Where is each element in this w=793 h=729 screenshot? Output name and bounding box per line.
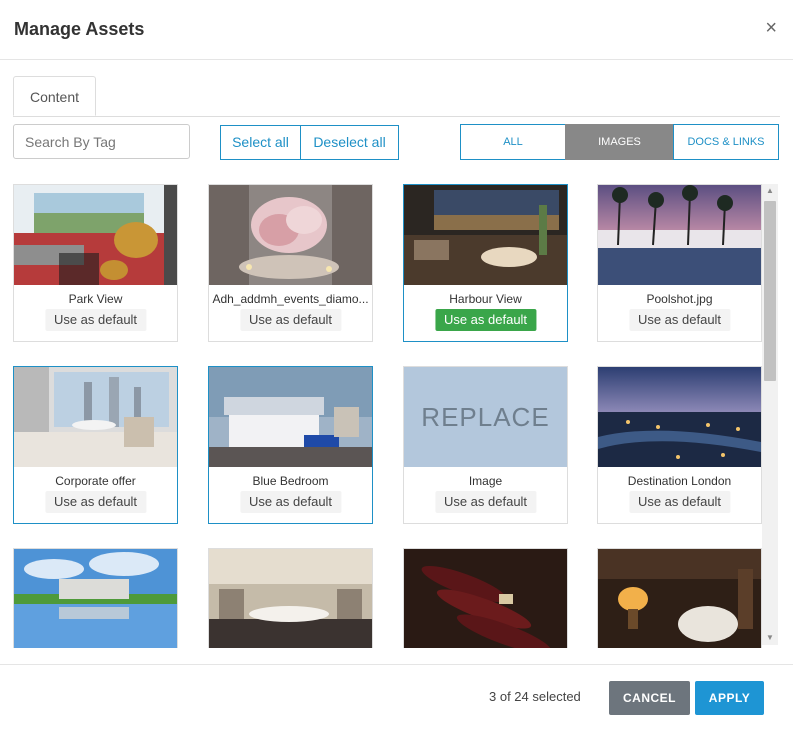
asset-caption: Harbour View [449, 292, 522, 306]
asset-grid: Park View Use as default Adh_addmh_event… [0, 176, 762, 648]
dialog-footer: 3 of 24 selected CANCEL APPLY [0, 664, 793, 729]
asset-card[interactable]: Poolshot.jpg Use as default [597, 184, 762, 342]
asset-caption: Adh_addmh_events_diamo... [212, 292, 369, 306]
search-input[interactable] [13, 124, 190, 159]
asset-thumbnail [598, 549, 761, 648]
apply-button[interactable]: APPLY [695, 681, 764, 715]
asset-caption: Destination London [627, 474, 732, 488]
asset-caption: Corporate offer [55, 474, 136, 488]
asset-card[interactable] [13, 548, 178, 648]
asset-card[interactable]: REPLACE Image Use as default [403, 366, 568, 524]
scroll-down-arrow-icon[interactable]: ▼ [762, 631, 778, 645]
use-as-default-button[interactable]: Use as default [434, 309, 537, 331]
asset-thumbnail [598, 367, 761, 467]
close-icon[interactable]: × [765, 16, 777, 40]
select-all-button[interactable]: Select all [220, 125, 301, 160]
dialog-title: Manage Assets [14, 19, 145, 39]
asset-thumbnail [14, 185, 177, 285]
asset-thumbnail [14, 367, 177, 467]
tab-bar: Content [13, 76, 780, 117]
asset-caption: Poolshot.jpg [646, 292, 713, 306]
asset-caption: Blue Bedroom [252, 474, 329, 488]
asset-thumbnail: REPLACE [404, 367, 567, 467]
asset-card[interactable]: Corporate offer Use as default [13, 366, 178, 524]
use-as-default-button[interactable]: Use as default [44, 491, 147, 513]
asset-card[interactable]: Adh_addmh_events_diamo... Use as default [208, 184, 373, 342]
asset-thumbnail [14, 549, 177, 648]
filter-images-button[interactable]: IMAGES [565, 124, 674, 160]
asset-thumbnail [209, 185, 372, 285]
asset-card[interactable] [597, 548, 762, 648]
use-as-default-button[interactable]: Use as default [628, 309, 731, 331]
tab-content[interactable]: Content [13, 76, 96, 116]
asset-thumbnail [404, 549, 567, 648]
asset-caption: Park View [68, 292, 123, 306]
use-as-default-button[interactable]: Use as default [44, 309, 147, 331]
scrollbar-thumb[interactable] [764, 201, 776, 381]
asset-card[interactable] [403, 548, 568, 648]
asset-card[interactable] [208, 548, 373, 648]
use-as-default-button[interactable]: Use as default [434, 491, 537, 513]
asset-card[interactable]: Harbour View Use as default [403, 184, 568, 342]
asset-thumbnail [598, 185, 761, 285]
filter-all-button[interactable]: ALL [460, 124, 566, 160]
asset-thumbnail [209, 367, 372, 467]
use-as-default-button[interactable]: Use as default [628, 491, 731, 513]
dialog-header: Manage Assets × [0, 0, 793, 60]
asset-thumbnail [209, 549, 372, 648]
use-as-default-button[interactable]: Use as default [239, 491, 342, 513]
replace-placeholder-image: REPLACE [404, 367, 567, 467]
asset-card[interactable]: Destination London Use as default [597, 366, 762, 524]
scroll-up-arrow-icon[interactable]: ▲ [762, 184, 778, 198]
cancel-button[interactable]: CANCEL [609, 681, 690, 715]
asset-card[interactable]: Blue Bedroom Use as default [208, 366, 373, 524]
manage-assets-dialog: Manage Assets × Content Select all Desel… [0, 0, 793, 728]
deselect-all-button[interactable]: Deselect all [300, 125, 399, 160]
filter-docs-links-button[interactable]: DOCS & LINKS [673, 124, 779, 160]
selection-count: 3 of 24 selected [489, 689, 581, 704]
use-as-default-button[interactable]: Use as default [239, 309, 342, 331]
grid-scrollbar[interactable]: ▲ ▼ [762, 184, 778, 645]
asset-card[interactable]: Park View Use as default [13, 184, 178, 342]
asset-thumbnail [404, 185, 567, 285]
asset-caption: Image [468, 474, 503, 488]
